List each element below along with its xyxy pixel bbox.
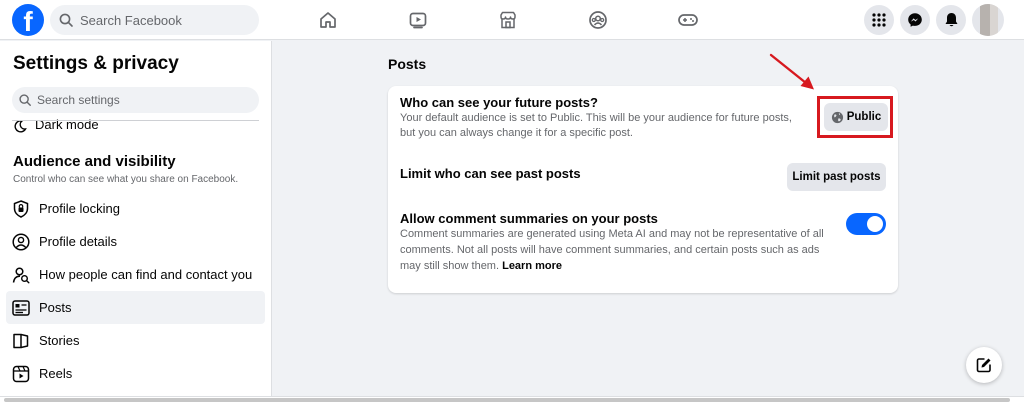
avatar[interactable] [972, 4, 1004, 36]
search-icon [19, 94, 31, 106]
facebook-logo[interactable]: f [12, 4, 44, 36]
sidebar-item-profile-details[interactable]: Profile details [6, 225, 265, 258]
facebook-search-input[interactable] [80, 12, 250, 28]
sidebar-item-label: Stories [39, 333, 80, 348]
messenger-icon[interactable] [900, 5, 930, 35]
settings-search-box[interactable] [12, 87, 259, 113]
comment-summaries-title: Allow comment summaries on your posts [400, 211, 658, 226]
facebook-search-box[interactable] [50, 5, 259, 35]
scrollbar-thumb[interactable] [4, 398, 1010, 402]
horizontal-scrollbar[interactable] [0, 396, 1024, 402]
menu-grid-icon[interactable] [864, 5, 894, 35]
future-posts-title: Who can see your future posts? [400, 95, 598, 110]
home-icon[interactable] [317, 9, 339, 31]
sidebar-divider [12, 120, 259, 121]
notifications-icon[interactable] [936, 5, 966, 35]
profile-lock-icon [12, 199, 30, 218]
sidebar-item-label: How people can find and contact you [39, 267, 253, 282]
profile-details-icon [12, 232, 30, 251]
past-posts-title: Limit who can see past posts [400, 166, 581, 181]
top-navigation-bar: f [0, 0, 1024, 40]
sidebar-item-label: Reels [39, 366, 73, 381]
sidebar-item-find-contact[interactable]: How people can find and contact you [6, 258, 265, 291]
section-title: Audience and visibility [13, 153, 176, 170]
settings-sidebar: Settings & privacy Dark mode Audience an… [0, 41, 272, 396]
comment-summaries-toggle[interactable] [846, 213, 886, 235]
comment-summaries-description-text: may still show them. [400, 260, 500, 272]
stories-icon [12, 332, 30, 350]
marketplace-icon[interactable] [497, 9, 519, 31]
sidebar-item-reels[interactable]: Reels [6, 357, 265, 390]
annotation-arrow-icon [769, 53, 814, 90]
settings-search-input[interactable] [37, 93, 247, 107]
learn-more-link[interactable]: Learn more [502, 260, 562, 272]
future-posts-description-line-2: but you can always change it for a speci… [400, 127, 633, 139]
sidebar-item-label: Profile details [39, 234, 118, 249]
moon-icon [14, 120, 27, 133]
reels-icon [12, 365, 30, 383]
sidebar-item-profile-locking[interactable]: Profile locking [6, 192, 265, 225]
highlight-annotation-box [817, 96, 893, 138]
sidebar-item-label: Profile locking [39, 201, 120, 216]
sidebar-item-posts[interactable]: Posts [6, 291, 265, 324]
new-message-button[interactable] [966, 347, 1002, 383]
compose-icon [976, 358, 991, 373]
groups-icon[interactable] [587, 9, 609, 31]
find-contact-icon [12, 266, 30, 284]
section-subtitle: Control who can see what you share on Fa… [13, 174, 239, 185]
posts-icon [12, 299, 30, 317]
comment-summaries-description-line-1: Comment summaries are generated using Me… [400, 228, 824, 240]
limit-past-posts-button[interactable]: Limit past posts [787, 163, 886, 191]
toggle-knob [867, 216, 883, 232]
sidebar-item-label: Posts [39, 300, 72, 315]
page-title: Posts [388, 56, 427, 72]
video-icon[interactable] [407, 9, 429, 31]
search-icon [59, 13, 73, 27]
comment-summaries-description-line-2: comments. Not all posts will have commen… [400, 244, 820, 256]
comment-summaries-description-line-3: may still show them. Learn more [400, 259, 562, 274]
logo-letter: f [23, 6, 33, 36]
sidebar-title: Settings & privacy [13, 53, 179, 74]
future-posts-description-line-1: Your default audience is set to Public. … [400, 112, 792, 124]
sidebar-item-stories[interactable]: Stories [6, 324, 265, 357]
gaming-icon[interactable] [677, 9, 699, 31]
